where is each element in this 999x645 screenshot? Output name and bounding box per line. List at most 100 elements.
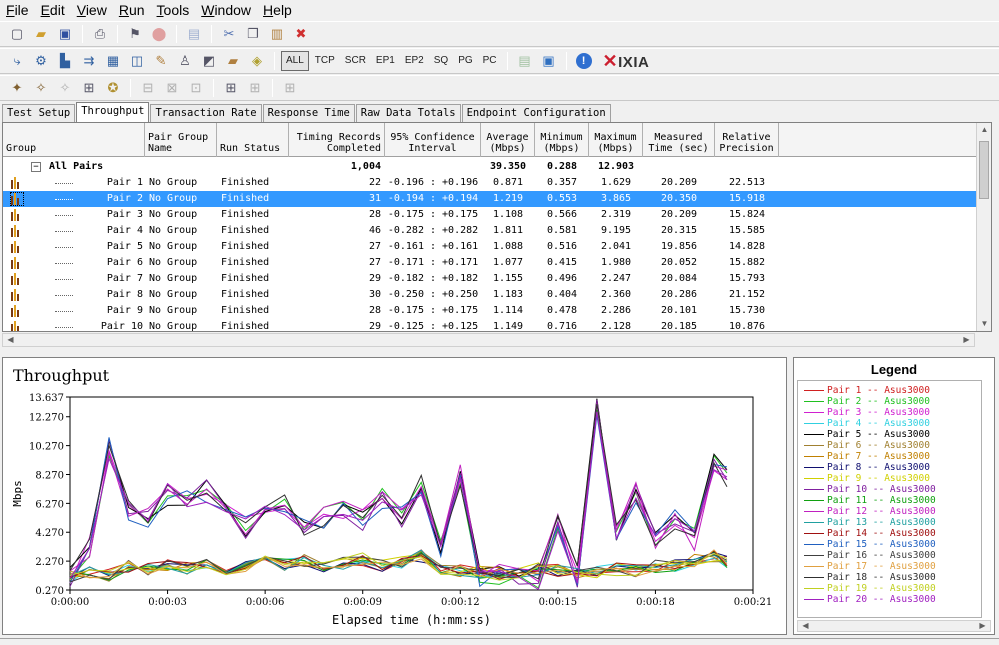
collapse-icon[interactable]: −: [31, 162, 41, 172]
table-row[interactable]: Pair 7 No Group Finished 29 -0.182 : +0.182 1…: [3, 271, 978, 287]
magic-wand-icon[interactable]: ✧: [30, 78, 52, 98]
delete-icon[interactable]: ✖: [290, 24, 312, 44]
split-icon[interactable]: ⇉: [78, 51, 100, 71]
multicast-icon[interactable]: ⚙: [30, 51, 52, 71]
grid-horizontal-scrollbar[interactable]: ◀ ▶: [2, 333, 975, 347]
column-header[interactable]: Run Status: [217, 123, 289, 157]
layout-icon[interactable]: ⊞: [220, 78, 242, 98]
filter-pc-button[interactable]: PC: [479, 51, 501, 71]
filter-tcp-button[interactable]: TCP: [311, 51, 339, 71]
export-icon[interactable]: ▤: [514, 51, 536, 71]
summary-row[interactable]: − All Pairs 1,004 39.350 0.288 12.903: [3, 159, 978, 175]
filter-scr-button[interactable]: SCR: [341, 51, 370, 71]
menu-item[interactable]: Edit: [35, 0, 71, 20]
network-icon[interactable]: ◫: [126, 51, 148, 71]
tab-endpoint-configuration[interactable]: Endpoint Configuration: [461, 104, 611, 122]
minimum-mbps: 0.516: [546, 241, 578, 252]
cut-icon[interactable]: ✂: [218, 24, 240, 44]
menu-item[interactable]: Help: [257, 0, 298, 20]
tools-icon[interactable]: ✪: [102, 78, 124, 98]
tree-icon[interactable]: ⊞: [78, 78, 100, 98]
table-row[interactable]: Pair 9 No Group Finished 28 -0.175 : +0.175 1…: [3, 303, 978, 319]
menu-item[interactable]: Window: [195, 0, 257, 20]
filter-ep1-button[interactable]: EP1: [372, 51, 399, 71]
qos-icon[interactable]: ◈: [246, 51, 268, 71]
records-completed: 28: [368, 209, 381, 220]
table-row[interactable]: Pair 5 No Group Finished 27 -0.161 : +0.161 1…: [3, 239, 978, 255]
column-header[interactable]: Relative Precision: [715, 123, 779, 157]
layout3-icon[interactable]: ⊞: [279, 78, 301, 98]
grid-vertical-scrollbar[interactable]: ▲ ▼: [976, 123, 991, 331]
tab-throughput[interactable]: Throughput: [76, 102, 150, 122]
legend-horizontal-scrollbar[interactable]: ◀ ▶: [797, 620, 991, 632]
relative-precision: 15.918: [728, 193, 766, 204]
monitor-icon[interactable]: ◩: [198, 51, 220, 71]
script-icon[interactable]: ✎: [150, 51, 172, 71]
filter-all-button[interactable]: ALL: [281, 51, 309, 71]
table-row[interactable]: Pair 2 No Group Finished 31 -0.194 : +0.194 1…: [3, 191, 978, 207]
menu-item[interactable]: File: [0, 0, 35, 20]
paste-icon[interactable]: ▥: [266, 24, 288, 44]
menu-item[interactable]: Tools: [151, 0, 196, 20]
endpoint-icon[interactable]: ♙: [174, 51, 196, 71]
tab-response-time[interactable]: Response Time: [262, 104, 355, 122]
menu-item[interactable]: Run: [113, 0, 151, 20]
filter-sq-button[interactable]: SQ: [430, 51, 452, 71]
window-icon[interactable]: ▣: [538, 51, 560, 71]
column-header[interactable]: Group: [3, 123, 145, 157]
add-pair-icon[interactable]: ⤷: [6, 51, 28, 71]
filter-ep2-button[interactable]: EP2: [401, 51, 428, 71]
column-header[interactable]: Timing Records Completed: [289, 123, 385, 157]
legend-scroll-left-icon[interactable]: ◀: [798, 621, 813, 631]
legend-item: Pair 18 -- Asus3000: [804, 572, 936, 583]
copy-icon[interactable]: ❐: [242, 24, 264, 44]
layout2-icon[interactable]: ⊞: [244, 78, 266, 98]
column-header[interactable]: Minimum (Mbps): [535, 123, 589, 157]
column-header[interactable]: 95% Confidence Interval: [385, 123, 481, 157]
table-row[interactable]: Pair 3 No Group Finished 28 -0.175 : +0.175 1…: [3, 207, 978, 223]
print-icon[interactable]: ⎙: [89, 24, 111, 44]
folder-edit-icon[interactable]: ▰: [222, 51, 244, 71]
column-header[interactable]: Average (Mbps): [481, 123, 535, 157]
open-folder-icon[interactable]: ▰: [30, 24, 52, 44]
menu-label: ile: [14, 2, 29, 18]
edit-pair-icon[interactable]: ▙: [54, 51, 76, 71]
column-header[interactable]: Pair Group Name: [145, 123, 217, 157]
column-header[interactable]: Maximum (Mbps): [589, 123, 643, 157]
scroll-right-icon[interactable]: ▶: [959, 334, 974, 346]
tab-test-setup[interactable]: Test Setup: [2, 104, 76, 122]
pair-wizard-icon[interactable]: ✦: [6, 78, 28, 98]
compare2-icon[interactable]: ⊠: [161, 78, 183, 98]
relative-precision: 15.824: [728, 209, 766, 220]
table-row[interactable]: Pair 8 No Group Finished 30 -0.250 : +0.250 1…: [3, 287, 978, 303]
menu-item[interactable]: View: [71, 0, 113, 20]
stop-icon[interactable]: ⬤: [148, 24, 170, 44]
magic-wand-disabled-icon[interactable]: ✧: [54, 78, 76, 98]
run-icon[interactable]: ⚑: [124, 24, 146, 44]
save-icon[interactable]: ▣: [54, 24, 76, 44]
new-file-icon[interactable]: ▢: [6, 24, 28, 44]
tab-transaction-rate[interactable]: Transaction Rate: [150, 104, 262, 122]
table-row[interactable]: Pair 4 No Group Finished 46 -0.282 : +0.282 1…: [3, 223, 978, 239]
scroll-up-icon[interactable]: ▲: [977, 123, 991, 137]
info-icon[interactable]: !: [573, 51, 595, 71]
x-tick-label: 0:00:00: [51, 597, 90, 608]
scroll-left-icon[interactable]: ◀: [3, 334, 18, 346]
compare-icon[interactable]: ⊟: [137, 78, 159, 98]
filter-pg-button[interactable]: PG: [454, 51, 476, 71]
column-header-line: Relative: [722, 132, 771, 143]
table-row[interactable]: Pair 6 No Group Finished 27 -0.171 : +0.171 1…: [3, 255, 978, 271]
column-header-line: (Mbps): [597, 143, 634, 154]
stack-icon[interactable]: ▦: [102, 51, 124, 71]
tab-raw-data-totals[interactable]: Raw Data Totals: [355, 104, 461, 122]
measured-time: 20.209: [660, 177, 698, 188]
compare3-icon[interactable]: ⊡: [185, 78, 207, 98]
table-row[interactable]: Pair 10 No Group Finished 29 -0.125 : +0.125…: [3, 319, 978, 331]
report-icon[interactable]: ▤: [183, 24, 205, 44]
column-header[interactable]: Measured Time (sec): [643, 123, 715, 157]
scroll-down-icon[interactable]: ▼: [977, 317, 991, 331]
table-row[interactable]: Pair 1 No Group Finished 22 -0.196 : +0.196 0…: [3, 175, 978, 191]
legend-scroll-right-icon[interactable]: ▶: [975, 621, 990, 631]
scroll-thumb[interactable]: [979, 141, 989, 199]
menu-label: indow: [214, 2, 252, 18]
